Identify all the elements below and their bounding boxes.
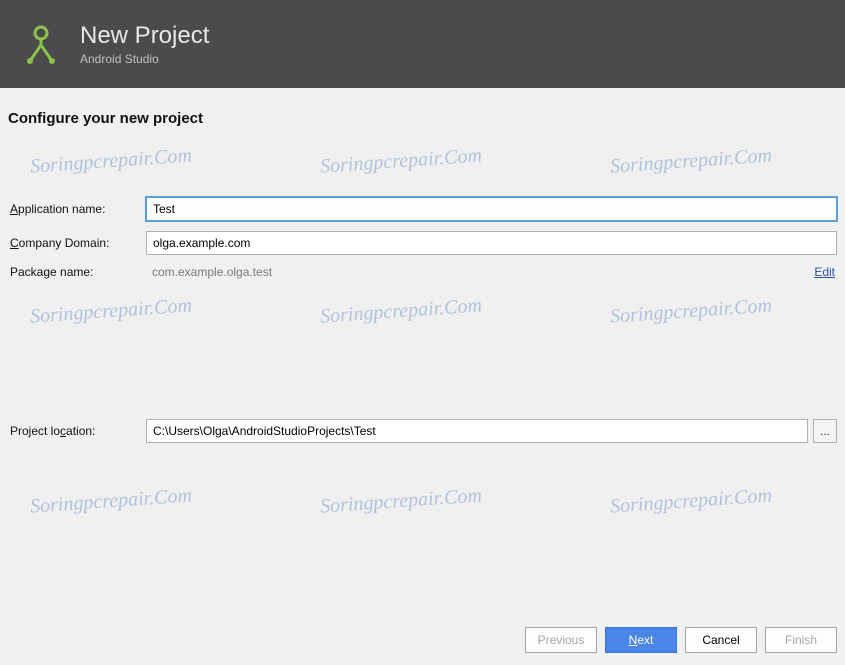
project-location-label: Project location: (8, 424, 146, 438)
watermark: Soringpcrepair.Com (29, 484, 192, 518)
project-location-row: Project location: ... (8, 419, 837, 443)
package-name-row: Package name: com.example.olga.test Edit (8, 265, 837, 279)
dialog-header: New Project Android Studio (0, 0, 845, 88)
company-domain-label: Company Domain: (8, 236, 146, 250)
company-domain-input[interactable] (146, 231, 837, 255)
dialog-footer: Previous Next Cancel Finish (0, 617, 845, 665)
android-studio-icon (20, 23, 62, 65)
watermark: Soringpcrepair.Com (609, 484, 772, 518)
company-domain-row: Company Domain: (8, 231, 837, 255)
watermark: Soringpcrepair.Com (319, 484, 482, 518)
section-title: Configure your new project (8, 110, 837, 127)
edit-package-link[interactable]: Edit (814, 265, 835, 279)
dialog-subtitle: Android Studio (80, 52, 209, 66)
dialog-content: Configure your new project Application n… (0, 88, 845, 443)
application-name-row: Application name: (8, 197, 837, 221)
application-name-label: Application name: (8, 202, 146, 216)
previous-button[interactable]: Previous (525, 627, 597, 653)
next-button[interactable]: Next (605, 627, 677, 653)
cancel-button[interactable]: Cancel (685, 627, 757, 653)
project-location-input[interactable] (146, 419, 808, 443)
finish-button[interactable]: Finish (765, 627, 837, 653)
application-name-input[interactable] (146, 197, 837, 221)
package-name-value: com.example.olga.test (146, 265, 804, 279)
dialog-title: New Project (80, 22, 209, 50)
package-name-label: Package name: (8, 265, 146, 279)
browse-button[interactable]: ... (813, 419, 837, 443)
